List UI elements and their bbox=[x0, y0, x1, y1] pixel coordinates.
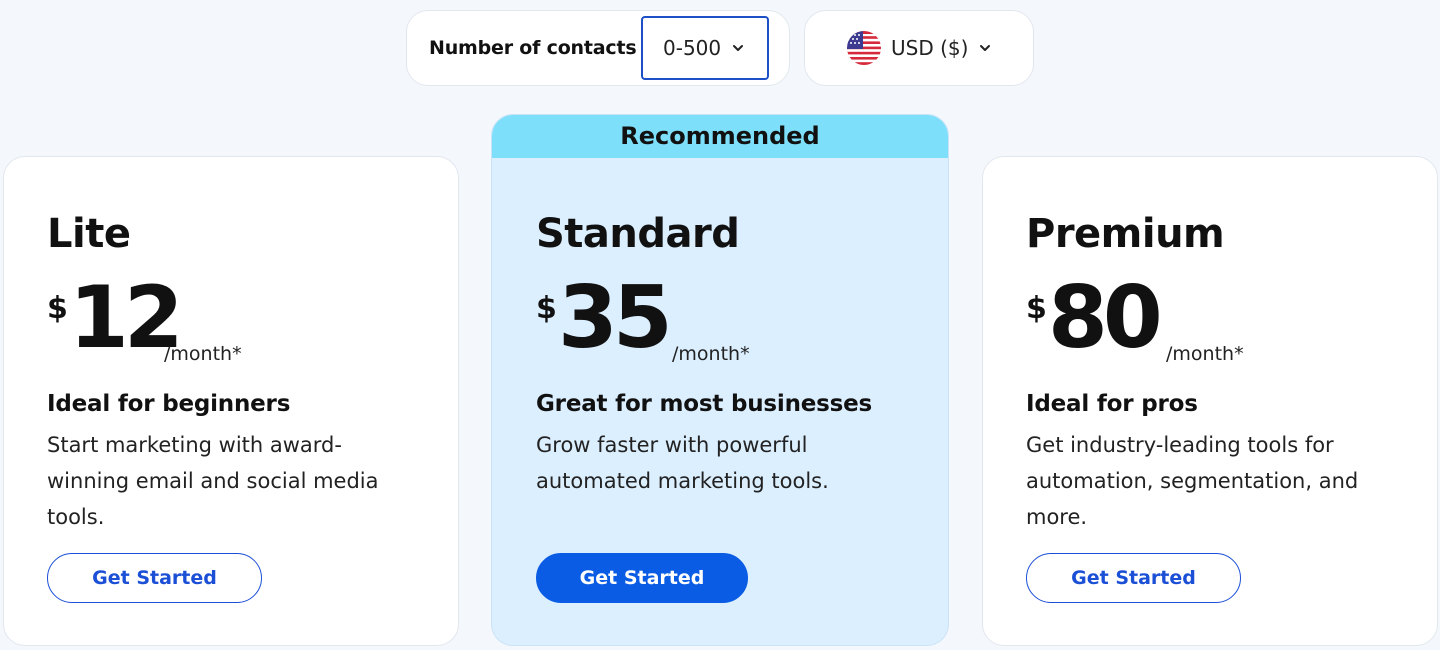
currency-symbol: $ bbox=[47, 291, 68, 326]
contacts-dropdown[interactable]: 0-500 bbox=[641, 16, 769, 80]
plan-card-lite: Lite $ 12 /month* Ideal for beginners St… bbox=[3, 156, 459, 646]
contacts-value: 0-500 bbox=[663, 36, 722, 60]
chevron-down-icon bbox=[733, 45, 744, 51]
plan-tagline: Ideal for beginners bbox=[47, 391, 291, 417]
get-started-button-standard[interactable]: Get Started bbox=[536, 553, 748, 603]
price-period: /month* bbox=[1166, 343, 1244, 365]
currency-symbol: $ bbox=[536, 291, 557, 326]
price-period: /month* bbox=[164, 343, 242, 365]
currency-symbol: $ bbox=[1026, 291, 1047, 326]
price-period: /month* bbox=[672, 343, 750, 365]
currency-dropdown[interactable]: USD ($) bbox=[804, 10, 1034, 86]
plan-description: Get industry-leading tools for automatio… bbox=[1026, 433, 1359, 529]
get-started-button-premium[interactable]: Get Started bbox=[1026, 553, 1241, 603]
plan-name: Standard bbox=[536, 211, 740, 257]
pricing-page: Number of contacts 0-500 USD ($) Lite $ … bbox=[0, 0, 1440, 650]
get-started-button-lite[interactable]: Get Started bbox=[47, 553, 262, 603]
contacts-label: Number of contacts bbox=[429, 37, 637, 59]
plan-name: Lite bbox=[47, 211, 131, 257]
price-amount: 35 bbox=[558, 268, 673, 368]
plan-description: Grow faster with powerful automated mark… bbox=[536, 433, 829, 493]
plan-tagline: Great for most businesses bbox=[536, 391, 873, 417]
price-amount: 80 bbox=[1048, 268, 1163, 368]
plan-description: Start marketing with award-winning email… bbox=[47, 433, 379, 529]
chevron-down-icon bbox=[980, 45, 991, 51]
plan-card-standard: Recommended Standard $ 35 /month* Great … bbox=[491, 114, 949, 646]
recommended-banner: Recommended bbox=[492, 115, 948, 158]
contacts-filter: Number of contacts 0-500 bbox=[406, 10, 790, 86]
us-flag-icon bbox=[847, 31, 881, 65]
plan-tagline: Ideal for pros bbox=[1026, 391, 1198, 417]
plan-card-premium: Premium $ 80 /month* Ideal for pros Get … bbox=[982, 156, 1438, 646]
currency-value: USD ($) bbox=[891, 36, 969, 60]
price-amount: 12 bbox=[69, 268, 184, 368]
plan-name: Premium bbox=[1026, 211, 1225, 257]
